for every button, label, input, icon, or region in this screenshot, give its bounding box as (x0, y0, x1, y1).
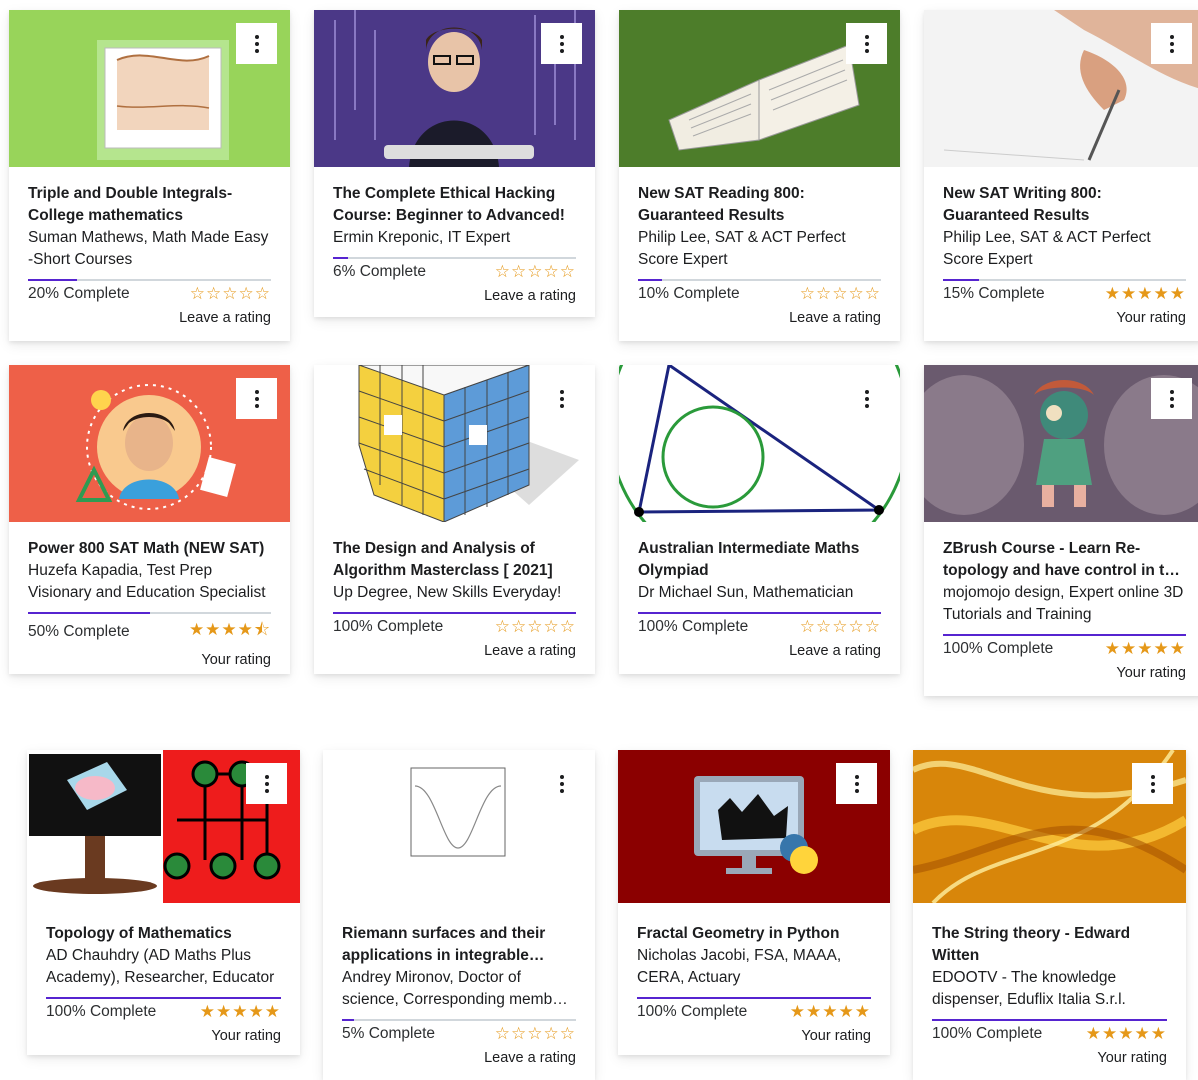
course-card[interactable]: The String theory - Edward Witten EDOOTV… (913, 750, 1186, 1080)
more-options-button[interactable] (236, 378, 277, 419)
course-instructor: Ermin Kreponic, IT Expert (333, 229, 511, 246)
course-card[interactable]: Fractal Geometry in Python Nicholas Jaco… (618, 750, 890, 1055)
course-title[interactable]: The Complete Ethical Hacking Course: Beg… (333, 183, 576, 227)
course-title[interactable]: Fractal Geometry in Python (637, 923, 871, 945)
star-rating-icon[interactable]: ★★★★★ (1086, 1024, 1167, 1044)
course-instructor: Philip Lee, SAT & ACT Perfect Score Expe… (638, 229, 846, 268)
progress-bar (28, 279, 271, 281)
star-rating-icon[interactable]: ★★★★★ (1105, 639, 1186, 659)
more-options-button[interactable] (541, 23, 582, 64)
course-title[interactable]: The String theory - Edward Witten (932, 923, 1167, 967)
course-card[interactable]: Power 800 SAT Math (NEW SAT) Huzefa Kapa… (9, 365, 290, 674)
star-rating-icon[interactable]: ☆☆☆☆☆ (495, 262, 576, 282)
course-title[interactable]: Riemann surfaces and their applications … (342, 923, 576, 967)
progress-bar (943, 279, 1186, 281)
more-options-button[interactable] (541, 378, 582, 419)
more-options-button[interactable] (846, 378, 887, 419)
course-card[interactable]: Topology of Mathematics AD Chauhdry (AD … (27, 750, 300, 1055)
progress-bar (638, 612, 881, 614)
course-instructor: Andrey Mironov, Doctor of science, Corre… (342, 969, 566, 1008)
course-instructor: Suman Mathews, Math Made Easy -Short Cou… (28, 229, 269, 268)
rating-link[interactable]: Leave a rating (638, 643, 881, 659)
course-title[interactable]: Australian Intermediate Maths Olympiad (638, 538, 881, 582)
rating-link[interactable]: Leave a rating (638, 310, 881, 326)
course-title[interactable]: Topology of Mathematics (46, 923, 281, 945)
progress-bar (46, 997, 281, 999)
star-rating-icon[interactable]: ☆☆☆☆☆ (495, 1024, 576, 1044)
progress-label: 20% Complete (28, 285, 130, 302)
course-title[interactable]: Triple and Double Integrals-College math… (28, 183, 271, 227)
progress-label: 100% Complete (932, 1025, 1043, 1042)
progress-label: 100% Complete (943, 640, 1054, 657)
progress-bar (342, 1019, 576, 1021)
rating-link[interactable]: Your rating (28, 652, 271, 668)
progress-label: 6% Complete (333, 263, 427, 280)
progress-bar (28, 612, 271, 614)
progress-bar (932, 1019, 1167, 1021)
more-options-button[interactable] (846, 23, 887, 64)
course-card[interactable]: The Complete Ethical Hacking Course: Beg… (314, 10, 595, 317)
rating-link[interactable]: Leave a rating (333, 643, 576, 659)
star-rating-icon[interactable]: ☆☆☆☆☆ (800, 284, 881, 304)
course-card[interactable]: New SAT Writing 800: Guaranteed Results … (924, 10, 1198, 341)
more-options-button[interactable] (1132, 763, 1173, 804)
rating-link[interactable]: Leave a rating (342, 1050, 576, 1066)
progress-label: 5% Complete (342, 1025, 436, 1042)
rating-link[interactable]: Leave a rating (333, 288, 576, 304)
more-options-button[interactable] (1151, 23, 1192, 64)
star-rating-icon[interactable]: ☆☆☆☆☆ (800, 617, 881, 637)
course-instructor: Huzefa Kapadia, Test Prep Visionary and … (28, 562, 266, 601)
progress-bar (333, 612, 576, 614)
progress-bar (638, 279, 881, 281)
progress-bar (333, 257, 576, 259)
star-rating-icon[interactable]: ☆☆☆☆☆ (495, 617, 576, 637)
more-options-button[interactable] (1151, 378, 1192, 419)
progress-label: 100% Complete (637, 1003, 748, 1020)
star-rating-icon[interactable]: ★★★★★ (1105, 284, 1186, 304)
more-options-button[interactable] (246, 763, 287, 804)
rating-link[interactable]: Your rating (46, 1028, 281, 1044)
rating-link[interactable]: Your rating (932, 1050, 1167, 1066)
more-options-button[interactable] (836, 763, 877, 804)
course-card[interactable]: The Design and Analysis of Algorithm Mas… (314, 365, 595, 674)
course-card[interactable]: Triple and Double Integrals-College math… (9, 10, 290, 341)
course-card[interactable]: Riemann surfaces and their applications … (323, 750, 595, 1080)
course-title[interactable]: The Design and Analysis of Algorithm Mas… (333, 538, 576, 582)
course-instructor: Dr Michael Sun, Mathematician (638, 584, 854, 601)
course-card[interactable]: ZBrush Course - Learn Re-topology and ha… (924, 365, 1198, 696)
progress-label: 10% Complete (638, 285, 740, 302)
course-title[interactable]: New SAT Writing 800: Guaranteed Results (943, 183, 1186, 227)
course-instructor: AD Chauhdry (AD Maths Plus Academy), Res… (46, 947, 275, 986)
star-rating-icon[interactable]: ☆☆☆☆☆ (190, 284, 271, 304)
progress-bar (943, 634, 1186, 636)
course-title[interactable]: ZBrush Course - Learn Re-topology and ha… (943, 538, 1186, 582)
progress-bar (637, 997, 871, 999)
course-instructor: Up Degree, New Skills Everyday! (333, 584, 562, 601)
course-card[interactable]: Australian Intermediate Maths Olympiad D… (619, 365, 900, 674)
progress-label: 100% Complete (333, 618, 444, 635)
rating-link[interactable]: Your rating (637, 1028, 871, 1044)
course-instructor: Philip Lee, SAT & ACT Perfect Score Expe… (943, 229, 1151, 268)
more-options-button[interactable] (236, 23, 277, 64)
star-rating-icon[interactable]: ★★★★★ (790, 1002, 871, 1022)
course-instructor: EDOOTV - The knowledge dispenser, Edufli… (932, 969, 1126, 1008)
progress-label: 50% Complete (28, 622, 130, 640)
progress-label: 100% Complete (46, 1003, 157, 1020)
rating-link[interactable]: Your rating (943, 665, 1186, 681)
course-title[interactable]: Power 800 SAT Math (NEW SAT) (28, 538, 271, 560)
course-instructor: mojomojo design, Expert online 3D Tutori… (943, 584, 1184, 623)
progress-label: 15% Complete (943, 285, 1045, 302)
course-card[interactable]: New SAT Reading 800: Guaranteed Results … (619, 10, 900, 341)
course-instructor: Nicholas Jacobi, FSA, MAAA, CERA, Actuar… (637, 947, 842, 986)
star-rating-icon[interactable]: ★★★★⯪ (189, 617, 271, 646)
course-title[interactable]: New SAT Reading 800: Guaranteed Results (638, 183, 881, 227)
progress-label: 100% Complete (638, 618, 749, 635)
more-options-button[interactable] (541, 763, 582, 804)
star-rating-icon[interactable]: ★★★★★ (200, 1002, 281, 1022)
rating-link[interactable]: Leave a rating (28, 310, 271, 326)
rating-link[interactable]: Your rating (943, 310, 1186, 326)
